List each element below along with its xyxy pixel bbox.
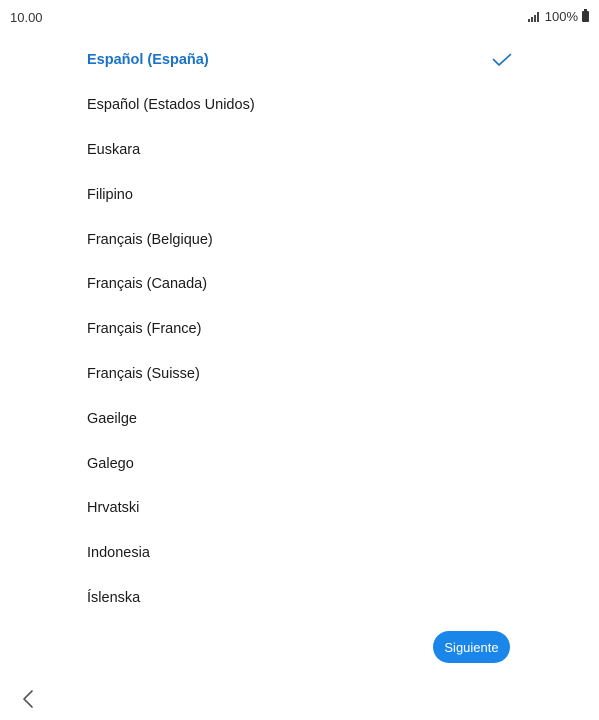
language-label: Filipino — [87, 186, 133, 203]
language-label: Íslenska — [87, 589, 141, 606]
check-icon — [492, 54, 512, 67]
language-item[interactable]: Galego — [0, 441, 599, 486]
language-item[interactable]: Filipino — [0, 172, 599, 217]
language-label: Indonesia — [87, 545, 150, 562]
language-item[interactable]: Español (España) — [0, 38, 599, 83]
chevron-left-icon[interactable] — [20, 688, 36, 710]
language-label: Hrvatski — [87, 500, 140, 517]
language-label: Español (España) — [87, 52, 209, 69]
language-item[interactable]: Français (Canada) — [0, 262, 599, 307]
language-item[interactable]: Español (Estados Unidos) — [0, 83, 599, 128]
language-label: Français (Suisse) — [87, 365, 200, 382]
language-item[interactable]: Euskara — [0, 128, 599, 173]
language-item[interactable]: Hrvatski — [0, 486, 599, 531]
language-label: Galego — [87, 455, 134, 472]
battery-icon — [582, 9, 589, 22]
language-item[interactable]: Français (Belgique) — [0, 217, 599, 262]
status-indicators: 100% — [527, 9, 589, 24]
status-time: 10.00 — [10, 10, 43, 25]
language-label: Español (Estados Unidos) — [87, 97, 255, 114]
language-item[interactable]: Français (Suisse) — [0, 352, 599, 397]
language-list: Español (España) Español (Estados Unidos… — [0, 38, 599, 620]
language-item[interactable]: Indonesia — [0, 531, 599, 576]
language-label: Français (France) — [87, 321, 202, 338]
language-item[interactable]: Gaeilge — [0, 396, 599, 441]
language-label: Gaeilge — [87, 410, 137, 427]
signal-icon — [527, 11, 539, 22]
next-button[interactable]: Siguiente — [433, 631, 510, 663]
language-label: Français (Canada) — [87, 276, 208, 293]
status-bar: 10.00 100% — [0, 0, 599, 34]
language-item[interactable]: Français (France) — [0, 307, 599, 352]
language-label: Euskara — [87, 141, 141, 158]
language-label: Français (Belgique) — [87, 231, 213, 248]
battery-level: 100% — [544, 9, 578, 24]
language-item[interactable]: Íslenska — [0, 576, 599, 621]
